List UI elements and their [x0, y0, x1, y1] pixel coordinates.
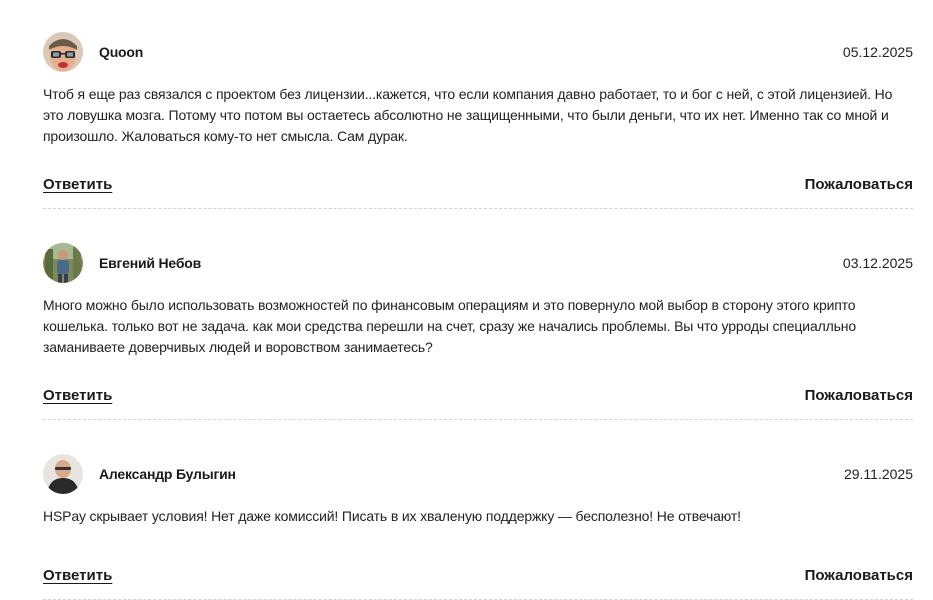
- avatar-outdoor-man-icon: [43, 243, 83, 283]
- comment-header: Александр Булыгин 29.11.2025: [43, 453, 913, 495]
- comment-date: 29.11.2025: [843, 466, 913, 482]
- report-link[interactable]: Пожаловаться: [805, 176, 913, 193]
- comment-date: 05.12.2025: [842, 44, 913, 60]
- avatar-bald-man-icon: [43, 454, 83, 494]
- comment-text: Чтоб я еще раз связался с проектом без л…: [43, 86, 893, 144]
- comment-text: HSPay скрывает условия! Нет даже комисси…: [43, 508, 741, 524]
- report-link[interactable]: Пожаловаться: [805, 567, 913, 584]
- comment-date: 03.12.2025: [842, 255, 913, 271]
- comment-author: Евгений Небов: [99, 255, 202, 271]
- comment-header: Quoon 05.12.2025: [43, 31, 913, 73]
- comment-author: Александр Булыгин: [99, 466, 236, 482]
- reply-link[interactable]: Ответить: [43, 176, 112, 193]
- comment-item: Quoon 05.12.2025 Чтоб я еще раз связался…: [43, 31, 913, 209]
- comment-actions: Ответить Пожаловаться: [43, 176, 913, 193]
- reply-link[interactable]: Ответить: [43, 387, 112, 404]
- comments-list: Quoon 05.12.2025 Чтоб я еще раз связался…: [43, 31, 913, 600]
- report-link[interactable]: Пожаловаться: [805, 387, 913, 404]
- comment-actions: Ответить Пожаловаться: [43, 567, 913, 584]
- comment-header: Евгений Небов 03.12.2025: [43, 242, 913, 284]
- comment-author: Quoon: [99, 44, 144, 60]
- comment-item: Евгений Небов 03.12.2025 Много можно был…: [43, 242, 913, 420]
- avatar-glasses-man-icon: [43, 32, 83, 72]
- reply-link[interactable]: Ответить: [43, 567, 112, 584]
- comment-actions: Ответить Пожаловаться: [43, 387, 913, 404]
- comment-item: Александр Булыгин 29.11.2025 HSPay скрыв…: [43, 453, 913, 600]
- comment-text: Много можно было использовать возможност…: [43, 297, 856, 355]
